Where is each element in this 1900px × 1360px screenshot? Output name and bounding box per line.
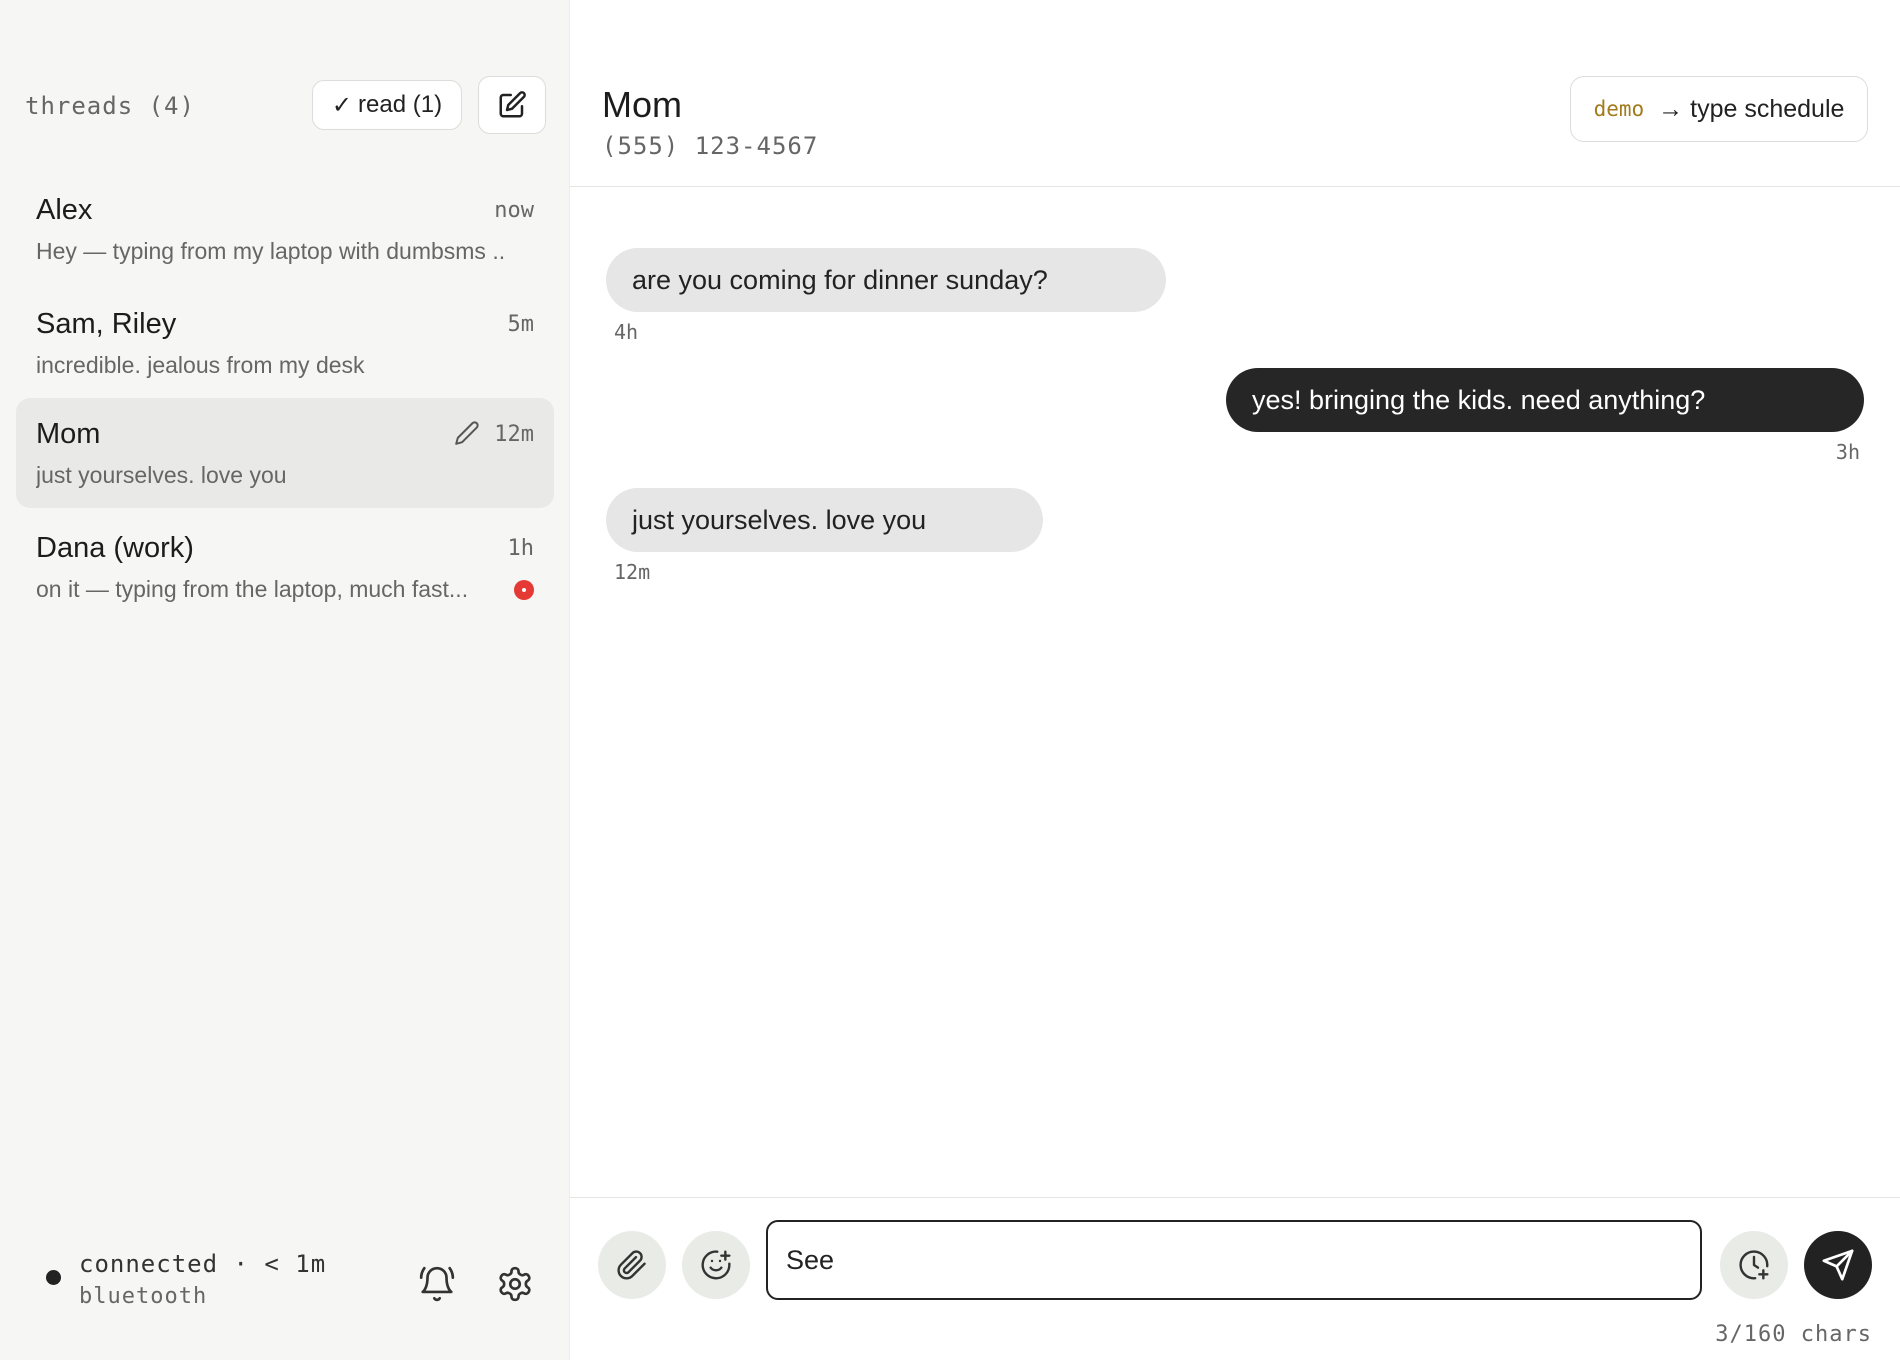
demo-tag: demo	[1593, 97, 1645, 121]
contact-name: Mom	[602, 84, 682, 125]
checkmark-icon: ✓	[331, 91, 353, 119]
compose-icon	[499, 91, 526, 118]
connection-status-text: connected · < 1m	[79, 1250, 327, 1278]
gear-icon[interactable]	[496, 1265, 534, 1303]
sidebar: threads (4) ✓ read (1) Alex now Hey — ty…	[0, 0, 570, 1360]
bell-icon[interactable]	[418, 1265, 456, 1303]
thread-time: 5m	[507, 312, 535, 337]
send-button[interactable]	[1804, 1231, 1872, 1299]
thread-preview: just yourselves. love you	[36, 462, 287, 488]
thread-preview: incredible. jealous from my desk	[36, 352, 365, 378]
schedule-button[interactable]	[1720, 1231, 1788, 1299]
demo-label: → type schedule	[1658, 95, 1844, 124]
thread-name: Mom	[36, 418, 101, 450]
thread-name: Sam, Riley	[36, 308, 177, 340]
demo-type-schedule-button[interactable]: demo → type schedule	[1570, 76, 1868, 142]
thread-time: 1h	[507, 536, 535, 561]
paperclip-icon	[617, 1250, 646, 1280]
smiley-plus-icon	[701, 1250, 731, 1280]
compose-button[interactable]	[478, 76, 546, 134]
emoji-button[interactable]	[682, 1231, 750, 1299]
message-time: 3h	[1835, 440, 1860, 464]
contact-phone: (555) 123-4567	[602, 132, 819, 160]
attach-button[interactable]	[598, 1231, 666, 1299]
arrow-right-icon: →	[1658, 94, 1684, 123]
message-time: 4h	[614, 320, 639, 344]
demo-label-text: type schedule	[1690, 94, 1845, 123]
sidebar-header: threads (4) ✓ read (1)	[0, 76, 570, 134]
thread-name: Dana (work)	[36, 532, 194, 564]
message-bubble-incoming: are you coming for dinner sunday?	[606, 248, 1166, 312]
unread-badge	[514, 580, 534, 600]
composer: 3/160 chars	[570, 1197, 1900, 1360]
mark-read-button[interactable]: ✓ read (1)	[312, 80, 462, 130]
thread-name: Alex	[36, 194, 93, 226]
status-dot-icon	[46, 1270, 61, 1285]
message-input[interactable]	[766, 1220, 1702, 1300]
message-bubble-outgoing: yes! bringing the kids. need anything?	[1226, 368, 1864, 432]
draft-pencil-icon	[455, 421, 479, 445]
connection-status: connected · < 1m bluetooth	[0, 1240, 570, 1330]
chat-panel: Mom (555) 123-4567 demo → type schedule …	[570, 0, 1900, 1360]
thread-item-alex[interactable]: Alex now Hey — typing from my laptop wit…	[16, 174, 554, 284]
message-bubble-incoming: just yourselves. love you	[606, 488, 1043, 552]
clock-plus-icon	[1739, 1250, 1769, 1280]
thread-time: now	[494, 198, 534, 223]
threads-count: threads (4)	[25, 92, 195, 120]
send-icon	[1822, 1249, 1854, 1281]
thread-preview: Hey — typing from my laptop with dumbsms…	[36, 238, 506, 264]
thread-time: 12m	[494, 422, 534, 447]
char-count: 3/160 chars	[1715, 1322, 1872, 1347]
thread-preview: on it — typing from the laptop, much fas…	[36, 576, 469, 602]
mark-read-label: read (1)	[358, 91, 443, 118]
connection-type-text: bluetooth	[79, 1284, 208, 1309]
thread-item-dana-work[interactable]: Dana (work) 1h on it — typing from the l…	[16, 512, 554, 622]
thread-item-sam-riley[interactable]: Sam, Riley 5m incredible. jealous from m…	[16, 288, 554, 398]
message-list: are you coming for dinner sunday? 4h yes…	[570, 188, 1900, 1198]
chat-header: Mom (555) 123-4567 demo → type schedule	[570, 0, 1900, 187]
message-time: 12m	[614, 560, 651, 584]
thread-item-mom[interactable]: Mom 12m just yourselves. love you	[16, 398, 554, 508]
